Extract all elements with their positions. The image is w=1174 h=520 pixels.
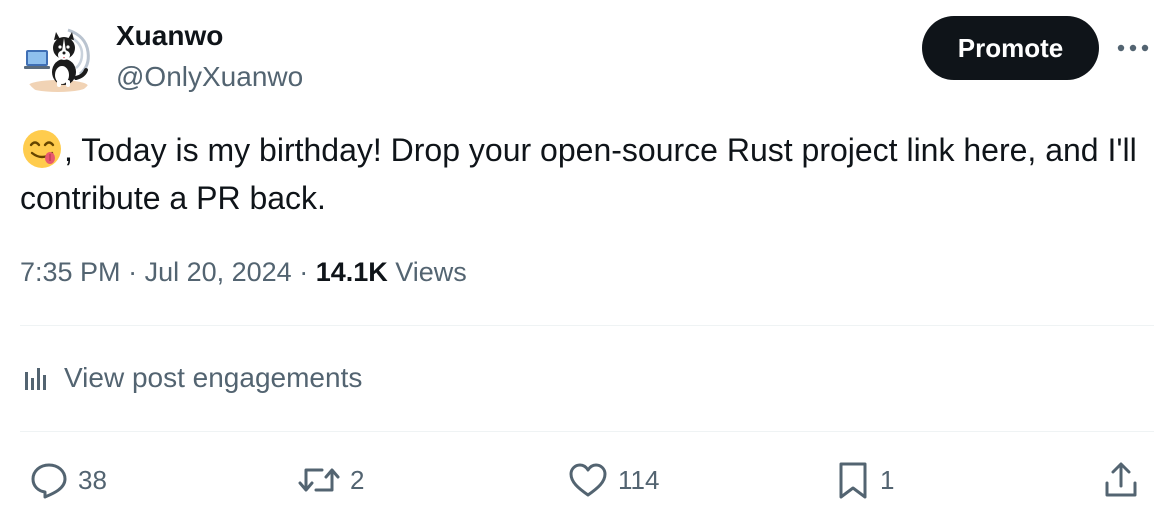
meta-separator: · [291, 257, 316, 287]
divider [20, 325, 1154, 326]
more-horizontal-icon [1115, 42, 1151, 54]
repost-button[interactable]: 2 [296, 456, 364, 504]
reply-button[interactable]: 38 [28, 456, 107, 504]
bookmark-button[interactable]: 1 [834, 456, 894, 504]
like-button[interactable]: 114 [566, 456, 659, 504]
more-options-button[interactable] [1112, 30, 1154, 66]
bookmark-icon [834, 459, 872, 501]
repost-icon [296, 459, 342, 501]
reply-count: 38 [78, 465, 107, 495]
view-engagements-link[interactable]: View post engagements [20, 358, 362, 398]
author-handle[interactable]: @OnlyXuanwo [116, 59, 303, 95]
reply-bubble-icon [28, 459, 70, 501]
tweet-body: , Today is my birthday! Drop your open-s… [20, 132, 1137, 216]
views-label: Views [387, 257, 467, 287]
tweet-date[interactable]: Jul 20, 2024 [145, 257, 292, 287]
repost-count: 2 [350, 465, 365, 495]
heart-icon [566, 459, 610, 501]
tweet-meta: 7:35 PM · Jul 20, 2024 · 14.1K Views [20, 254, 467, 290]
tweet-time[interactable]: 7:35 PM [20, 257, 121, 287]
view-engagements-label: View post engagements [64, 362, 363, 393]
share-button[interactable] [1100, 456, 1142, 504]
border-collie-avatar-icon [20, 20, 98, 98]
share-upload-icon [1100, 459, 1142, 501]
author-display-name[interactable]: Xuanwo [116, 18, 223, 54]
avatar[interactable] [20, 20, 98, 98]
views-count: 14.1K [315, 257, 388, 287]
yum-emoji-icon [20, 127, 64, 171]
promote-button[interactable]: Promote [922, 16, 1099, 80]
divider [20, 431, 1154, 432]
bar-chart-icon [20, 362, 52, 394]
bookmark-count: 1 [880, 465, 895, 495]
like-count: 114 [618, 465, 660, 495]
tweet-text: , Today is my birthday! Drop your open-s… [20, 126, 1160, 222]
meta-separator: · [120, 257, 145, 287]
